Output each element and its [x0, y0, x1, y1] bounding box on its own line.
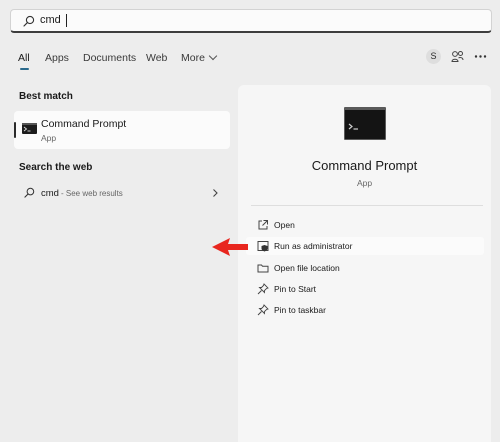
web-results-label: - See web results [61, 189, 123, 198]
action-run-as-administrator[interactable]: Run as administrator [246, 237, 484, 255]
action-open-file-location-label: Open file location [274, 263, 340, 273]
best-match-item[interactable]: Command Prompt App [14, 111, 230, 149]
action-open-file-location[interactable]: Open file location [246, 259, 484, 277]
tab-more-label: More [181, 52, 205, 64]
pin-icon [257, 304, 269, 316]
search-icon [24, 187, 35, 198]
action-pin-to-start-label: Pin to Start [274, 284, 317, 294]
tab-all[interactable]: All [18, 52, 30, 64]
search-input[interactable]: cmd [40, 14, 61, 26]
app-detail-type: App [356, 178, 373, 188]
open-external-icon [258, 220, 268, 230]
best-match-type: App [41, 133, 57, 143]
divider [251, 205, 483, 206]
web-result-item[interactable]: cmd - See web results [14, 183, 230, 203]
text-caret [66, 14, 67, 27]
more-options-icon[interactable] [474, 50, 487, 63]
annotation-arrow-icon [212, 238, 248, 256]
search-box[interactable]: cmd [10, 9, 492, 33]
pin-icon [257, 283, 269, 295]
action-open-label: Open [274, 220, 295, 230]
command-prompt-icon [22, 123, 37, 134]
search-icon [23, 15, 35, 27]
app-detail-name: Command Prompt [311, 158, 418, 173]
avatar[interactable]: S [426, 49, 441, 64]
tab-web[interactable]: Web [146, 52, 167, 64]
tab-more[interactable]: More [181, 51, 218, 64]
action-pin-to-taskbar[interactable]: Pin to taskbar [246, 301, 484, 319]
search-web-heading: Search the web [19, 162, 93, 173]
chevron-right-icon[interactable] [211, 188, 219, 198]
best-match-heading: Best match [19, 91, 73, 102]
chevron-down-icon [208, 51, 218, 61]
folder-icon [257, 264, 269, 273]
action-pin-to-taskbar-label: Pin to taskbar [274, 305, 326, 315]
action-open[interactable]: Open [246, 216, 484, 234]
tab-apps[interactable]: Apps [45, 52, 69, 64]
shield-icon [257, 241, 269, 252]
organization-icon[interactable] [451, 50, 464, 63]
action-run-as-administrator-label: Run as administrator [274, 241, 353, 251]
action-pin-to-start[interactable]: Pin to Start [246, 280, 484, 298]
best-match-name: Command Prompt [41, 118, 127, 130]
app-detail-panel: Command Prompt App Open Run as administr… [238, 85, 491, 442]
command-prompt-icon [344, 107, 386, 140]
web-query: cmd [41, 188, 59, 199]
tab-documents[interactable]: Documents [83, 52, 136, 64]
active-tab-indicator [20, 68, 29, 70]
selection-indicator [14, 122, 16, 138]
